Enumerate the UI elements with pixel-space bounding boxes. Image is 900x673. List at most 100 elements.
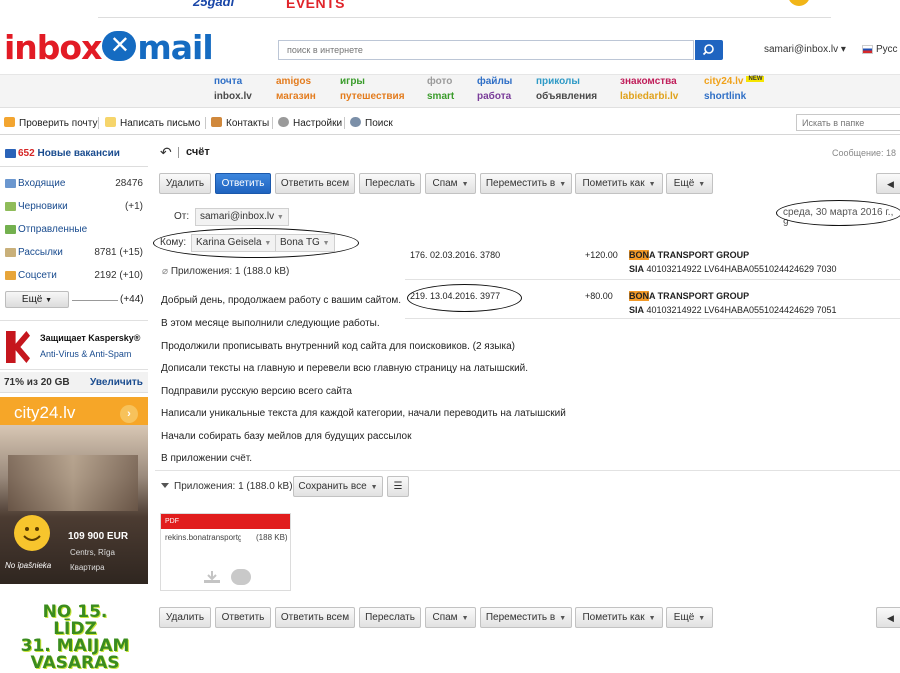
cloud-save-icon[interactable] [231, 569, 251, 585]
kaspersky-ad[interactable]: Защищает Kaspersky® Anti-Virus & Anti-Sp… [0, 320, 148, 370]
logo-part-inbox: inbox [4, 28, 102, 67]
service-shortlink[interactable]: shortlink [704, 91, 746, 102]
service-ads[interactable]: объявления [536, 91, 597, 102]
back-arrow-icon[interactable]: ↶ [160, 144, 172, 161]
city24-location: Centrs, Rīga [70, 548, 115, 557]
folder-count: 8781 (+15) [94, 247, 143, 258]
sender-chip[interactable]: samari@inbox.lv ▼ [195, 208, 289, 226]
reply-button[interactable]: Ответить [215, 607, 271, 628]
check-mail-label: Проверить почту [19, 118, 98, 129]
reply-all-button[interactable]: Ответить всем [275, 607, 355, 628]
more-folders-button[interactable]: Ещё ▼ [5, 291, 69, 308]
delete-button[interactable]: Удалить [159, 607, 211, 628]
attachment-card[interactable]: PDF rekins.bonatransportgroup (188 KB) [160, 513, 291, 591]
language-selector[interactable]: Русс [862, 44, 898, 55]
previous-message-button[interactable]: ◀ [876, 173, 900, 194]
promo-ad[interactable]: NO 15. LĪDZ 31. MAIJAM VASARAS [20, 604, 130, 672]
attachments-summary[interactable]: ⌀ Приложения: 1 (188.0 kB) [162, 266, 289, 277]
spam-dropdown[interactable]: Спам ▼ [425, 173, 476, 194]
spam-label: Спам [432, 612, 458, 623]
toolbar-divider [98, 117, 99, 129]
jobs-label: Новые вакансии [37, 148, 120, 159]
move-to-dropdown[interactable]: Переместить в ▼ [480, 607, 572, 628]
mark-label: Пометить как [582, 178, 645, 189]
download-icon[interactable] [203, 570, 221, 584]
body-line: Начали собирать базу мейлов для будущих … [161, 431, 412, 442]
previous-message-button[interactable]: ◀ [876, 607, 900, 628]
service-pochta[interactable]: почта [214, 76, 242, 87]
chevron-down-icon: ▼ [698, 615, 706, 622]
contacts-button[interactable]: Контакты [211, 117, 269, 129]
spam-label: Спам [432, 178, 458, 189]
service-games[interactable]: игры [340, 76, 365, 87]
move-to-dropdown[interactable]: Переместить в ▼ [480, 173, 572, 194]
chevron-down-icon: ▼ [370, 484, 378, 491]
service-jokes[interactable]: приколы [536, 76, 580, 87]
statement-divider [405, 279, 900, 280]
body-line: Дописали тексты на главную и перевели вс… [161, 363, 529, 374]
forward-button[interactable]: Переслать [359, 607, 421, 628]
delete-button[interactable]: Удалить [159, 173, 211, 194]
service-photo[interactable]: фото [427, 76, 452, 87]
message-counter: Сообщение: 18 [832, 148, 896, 158]
quota-text: 71% из 20 GB [4, 377, 70, 388]
contacts-label: Контакты [226, 118, 270, 129]
more-actions-label: Ещё [673, 612, 695, 623]
service-dating[interactable]: знакомства [620, 76, 677, 87]
reply-all-button[interactable]: Ответить всем [275, 173, 355, 194]
kaspersky-logo-icon [6, 331, 30, 363]
folder-search-input[interactable] [796, 114, 900, 131]
mail-toolbar: Проверить почту Написать письмо Контакты… [0, 112, 900, 135]
top-ad-banner[interactable]: 25gadi EVENTS [98, 0, 831, 18]
service-files[interactable]: файлы [477, 76, 512, 87]
service-travel[interactable]: путешествия [340, 91, 405, 102]
check-mail-button[interactable]: Проверить почту [4, 117, 97, 129]
forward-label: Переслать [365, 612, 415, 623]
save-all-dropdown[interactable]: Сохранить все ▼ [293, 476, 383, 497]
logo-part-mail: mail [137, 28, 213, 67]
russian-flag-icon [862, 44, 873, 54]
chevron-left-icon: ◀ [887, 179, 894, 189]
reply-label: Ответить [221, 612, 265, 623]
search-button[interactable] [695, 40, 723, 60]
compose-icon [105, 117, 116, 127]
service-labiedarbi[interactable]: labiedarbi.lv [620, 91, 678, 102]
folder-label: Черновики [18, 201, 68, 212]
more-actions-dropdown[interactable]: Ещё ▼ [666, 173, 713, 194]
annotation-circle [776, 200, 900, 226]
smiley-icon [14, 515, 50, 551]
reply-button[interactable]: Ответить [215, 173, 271, 194]
city24-type: Квартира [70, 563, 105, 572]
service-inboxlv[interactable]: inbox.lv [214, 91, 252, 102]
search-icon [702, 44, 714, 56]
compose-button[interactable]: Написать письмо [105, 117, 200, 129]
storage-quota: 71% из 20 GB Увеличить [0, 372, 148, 393]
inbox-logo[interactable]: inbox ✕ mail [4, 28, 214, 68]
view-toggle-button[interactable]: ☰ [387, 476, 409, 497]
service-amigos[interactable]: amigos [276, 76, 311, 87]
save-all-label: Сохранить все [298, 481, 367, 492]
service-shop[interactable]: магазин [276, 91, 316, 102]
more-actions-dropdown[interactable]: Ещё ▼ [666, 607, 713, 628]
mark-as-dropdown[interactable]: Пометить как ▼ [575, 607, 663, 628]
service-smart[interactable]: smart [427, 91, 454, 102]
settings-button[interactable]: Настройки [278, 117, 342, 129]
folder-label: Рассылки [18, 247, 63, 258]
company-rest: A TRANSPORT GROUP [649, 250, 750, 260]
compose-label: Написать письмо [120, 118, 201, 129]
service-city24[interactable]: city24.lv NEW [704, 76, 765, 87]
mark-as-dropdown[interactable]: Пометить как ▼ [575, 173, 663, 194]
forward-button[interactable]: Переслать [359, 173, 421, 194]
service-jobs[interactable]: работа [477, 91, 511, 102]
list-icon: ☰ [393, 481, 403, 492]
search-mail-button[interactable]: Поиск [350, 117, 393, 129]
user-menu[interactable]: samari@inbox.lv ▾ [764, 44, 846, 55]
account-prefix: SIA [629, 305, 645, 315]
web-search-input[interactable] [278, 40, 694, 60]
spam-dropdown[interactable]: Спам ▼ [425, 607, 476, 628]
chevron-down-icon: ▼ [698, 181, 706, 188]
upgrade-link[interactable]: Увеличить [90, 377, 143, 388]
city24-ad[interactable]: city24.lv › 109 900 EUR Centrs, Rīga Ква… [0, 397, 148, 584]
delete-label: Удалить [165, 178, 205, 189]
delete-label: Удалить [165, 612, 205, 623]
